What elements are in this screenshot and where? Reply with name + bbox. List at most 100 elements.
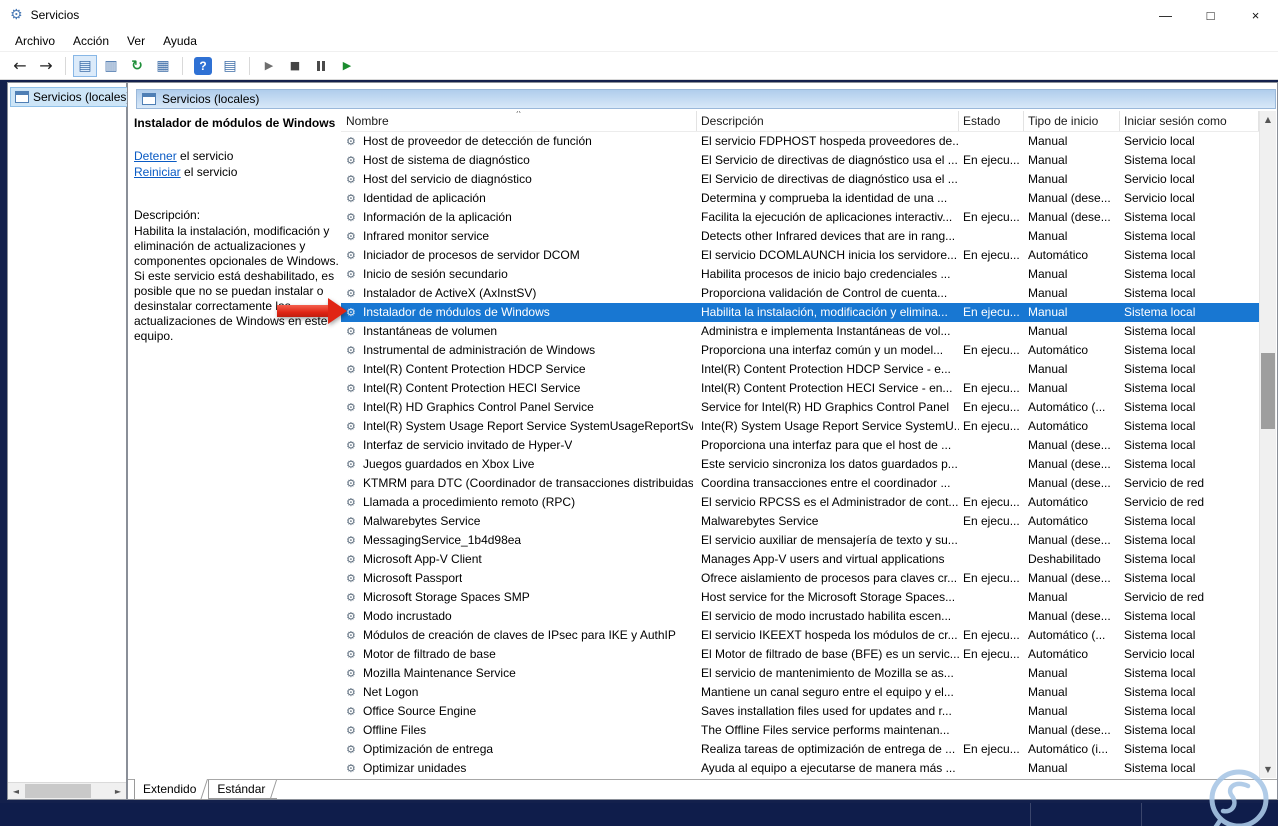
cell-inicio: Manual xyxy=(1028,362,1068,376)
cell-name: ⚙ Mozilla Maintenance Service xyxy=(341,664,697,683)
service-row[interactable]: ⚙ Identidad de aplicación Determina y comp… xyxy=(341,189,1259,208)
service-row[interactable]: ⚙ Microsoft Storage Spaces SMP Host servic… xyxy=(341,588,1259,607)
cell-name: ⚙ Infrared monitor service xyxy=(341,227,697,246)
forward-icon[interactable]: → xyxy=(34,55,58,77)
service-gear-icon: ⚙ xyxy=(346,382,356,395)
taskbar xyxy=(0,803,1278,826)
cell-desc: Malwarebytes Service xyxy=(701,514,819,528)
start-service-icon[interactable]: ▶ xyxy=(257,55,281,77)
column-header-tipo-de-inicio[interactable]: Tipo de inicio xyxy=(1024,111,1120,131)
scroll-right-icon[interactable]: ► xyxy=(110,783,126,800)
stop-service-icon[interactable]: ■ xyxy=(283,55,307,77)
back-icon[interactable]: ← xyxy=(8,55,32,77)
service-row[interactable]: ⚙ Iniciador de procesos de servidor DCOM E… xyxy=(341,246,1259,265)
service-row[interactable]: ⚙ Motor de filtrado de base El Motor de fi… xyxy=(341,645,1259,664)
scroll-left-icon[interactable]: ◄ xyxy=(8,783,24,800)
menu-accion[interactable]: Acción xyxy=(64,34,118,48)
service-row[interactable]: ⚙ Host del servicio de diagnóstico El Serv… xyxy=(341,170,1259,189)
cell-inicio: Manual xyxy=(1028,324,1068,338)
cell-estado: En ejecu... xyxy=(963,153,1020,167)
column-label: Iniciar sesión como xyxy=(1124,114,1227,128)
column-header-estado[interactable]: Estado xyxy=(959,111,1024,131)
cell-name: ⚙ Host del servicio de diagnóstico xyxy=(341,170,697,189)
cell-inicio: Automático (... xyxy=(1028,400,1106,414)
service-row[interactable]: ⚙ Instalador de módulos de Windows Habilit… xyxy=(341,303,1259,322)
service-row[interactable]: ⚙ Office Source Engine Saves installation … xyxy=(341,702,1259,721)
pause-service-icon[interactable] xyxy=(309,55,333,77)
export-list-icon[interactable]: ▦ xyxy=(151,55,175,77)
service-row[interactable]: ⚙ Información de la aplicación Facilita la… xyxy=(341,208,1259,227)
service-row[interactable]: ⚙ Intel(R) System Usage Report Service Sy… xyxy=(341,417,1259,436)
service-row[interactable]: ⚙ Juegos guardados en Xbox Live Este servi… xyxy=(341,455,1259,474)
service-row[interactable]: ⚙ Instrumental de administración de Windo… xyxy=(341,341,1259,360)
service-row[interactable]: ⚙ Mozilla Maintenance Service El servicio … xyxy=(341,664,1259,683)
service-row[interactable]: ⚙ Inicio de sesión secundario Habilita pro… xyxy=(341,265,1259,284)
service-row[interactable]: ⚙ Instantáneas de volumen Administra e imp… xyxy=(341,322,1259,341)
service-row[interactable]: ⚙ Host de proveedor de detección de funci… xyxy=(341,132,1259,151)
cell-name: ⚙ Office Source Engine xyxy=(341,702,697,721)
column-header-descripcion[interactable]: Descripción xyxy=(697,111,959,131)
service-row[interactable]: ⚙ Instalador de ActiveX (AxInstSV) Proporc… xyxy=(341,284,1259,303)
service-gear-icon: ⚙ xyxy=(346,230,356,243)
service-name: Microsoft App-V Client xyxy=(363,552,482,566)
menu-ayuda[interactable]: Ayuda xyxy=(154,34,206,48)
service-row[interactable]: ⚙ Microsoft Passport Ofrece aislamiento de… xyxy=(341,569,1259,588)
service-row[interactable]: ⚙ Microsoft App-V Client Manages App-V use… xyxy=(341,550,1259,569)
service-name: Office Source Engine xyxy=(363,704,477,718)
service-row[interactable]: ⚙ Infrared monitor service Detects other I… xyxy=(341,227,1259,246)
properties-icon[interactable]: ▥ xyxy=(99,55,123,77)
extended-view-icon[interactable]: ▤ xyxy=(218,55,242,77)
cell-sesion: Sistema local xyxy=(1124,552,1196,566)
service-row[interactable]: ⚙ Intel(R) Content Protection HDCP Servic… xyxy=(341,360,1259,379)
cell-inicio: Deshabilitado xyxy=(1028,552,1101,566)
tab-estandar[interactable]: Estándar xyxy=(208,780,278,799)
menu-ver[interactable]: Ver xyxy=(118,34,154,48)
service-row[interactable]: ⚙ Intel(R) Content Protection HECI Servic… xyxy=(341,379,1259,398)
column-header-iniciar-sesion-como[interactable]: Iniciar sesión como xyxy=(1120,111,1259,131)
console-tree-panel: Servicios (locales) ◄ ► xyxy=(7,82,136,800)
service-row[interactable]: ⚙ KTMRM para DTC (Coordinador de transacc… xyxy=(341,474,1259,493)
service-row[interactable]: ⚙ Optimizar unidades Ayuda al equipo a eje… xyxy=(341,759,1259,778)
service-row[interactable]: ⚙ Host de sistema de diagnóstico El Servic… xyxy=(341,151,1259,170)
menu-archivo[interactable]: Archivo xyxy=(6,34,64,48)
cell-inicio: Automático xyxy=(1028,419,1089,433)
horizontal-scrollbar-thumb[interactable] xyxy=(25,784,91,798)
service-row[interactable]: ⚙ Llamada a procedimiento remoto (RPC) El … xyxy=(341,493,1259,512)
cell-sesion: Sistema local xyxy=(1124,305,1196,319)
refresh-icon[interactable]: ↻ xyxy=(125,55,149,77)
stop-service-link[interactable]: Detener xyxy=(134,149,177,163)
maximize-button[interactable]: □ xyxy=(1188,0,1233,30)
tree-item-servicios-locales[interactable]: Servicios (locales) xyxy=(10,87,136,107)
cell-name: ⚙ Modo incrustado xyxy=(341,607,697,626)
restart-service-icon[interactable]: ▶ xyxy=(335,55,359,77)
cell-sesion: Sistema local xyxy=(1124,742,1196,756)
tree-horizontal-scrollbar[interactable]: ◄ ► xyxy=(8,782,126,799)
service-gear-icon: ⚙ xyxy=(346,135,356,148)
service-row[interactable]: ⚙ Intel(R) HD Graphics Control Panel Serv… xyxy=(341,398,1259,417)
restart-service-link[interactable]: Reiniciar xyxy=(134,165,181,179)
service-row[interactable]: ⚙ Net Logon Mantiene un canal seguro entre… xyxy=(341,683,1259,702)
service-row[interactable]: ⚙ Interfaz de servicio invitado de Hyper-… xyxy=(341,436,1259,455)
restart-link-suffix: el servicio xyxy=(180,165,238,179)
scroll-up-icon[interactable]: ▲ xyxy=(1260,111,1276,128)
service-name: Host del servicio de diagnóstico xyxy=(363,172,532,186)
cell-sesion: Sistema local xyxy=(1124,419,1196,433)
service-name: Instalador de módulos de Windows xyxy=(363,305,550,319)
service-row[interactable]: ⚙ Módulos de creación de claves de IPsec … xyxy=(341,626,1259,645)
service-gear-icon: ⚙ xyxy=(346,249,356,262)
selected-service-title: Instalador de módulos de Windows xyxy=(134,116,336,130)
help-icon[interactable]: ? xyxy=(194,56,212,75)
minimize-button[interactable]: — xyxy=(1143,0,1188,30)
service-row[interactable]: ⚙ MessagingService_1b4d98ea El servicio au… xyxy=(341,531,1259,550)
column-header-nombre[interactable]: ^ Nombre xyxy=(341,111,697,131)
service-row[interactable]: ⚙ Malwarebytes Service Malwarebytes Servic… xyxy=(341,512,1259,531)
list-vertical-scrollbar[interactable]: ▲ ▼ xyxy=(1259,111,1276,778)
service-name: Optimizar unidades xyxy=(363,761,467,775)
tab-extendido[interactable]: Extendido xyxy=(134,779,209,800)
service-row[interactable]: ⚙ Offline Files The Offline Files service … xyxy=(341,721,1259,740)
close-button[interactable]: × xyxy=(1233,0,1278,30)
console-tree-icon[interactable]: ▤ xyxy=(73,54,97,77)
service-row[interactable]: ⚙ Optimización de entrega Realiza tareas d… xyxy=(341,740,1259,759)
vertical-scrollbar-thumb[interactable] xyxy=(1261,353,1275,429)
service-row[interactable]: ⚙ Modo incrustado El servicio de modo incr… xyxy=(341,607,1259,626)
